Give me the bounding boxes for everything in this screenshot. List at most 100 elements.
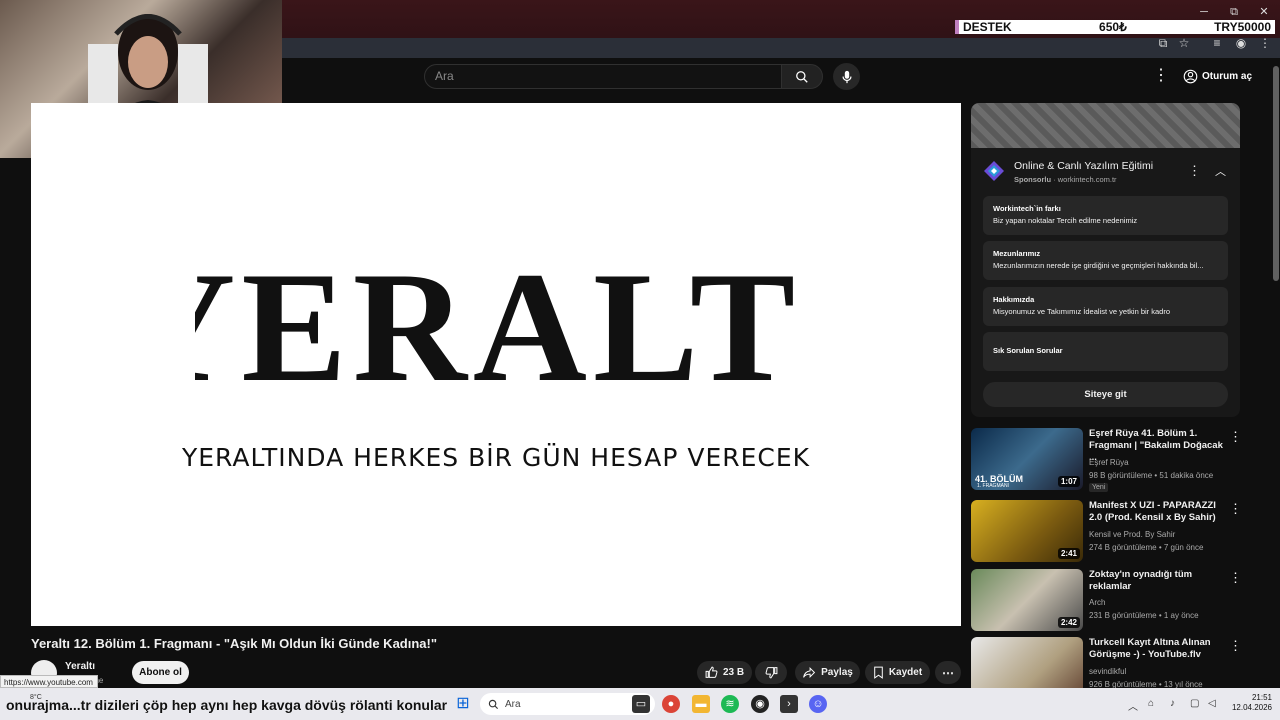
- taskbar-search[interactable]: Ara: [480, 693, 655, 715]
- save-label: Kaydet: [888, 667, 923, 678]
- donation-label: DESTEK: [963, 20, 1012, 34]
- minimize-button[interactable]: ─: [1190, 4, 1218, 20]
- ad-card-title: Sık Sorulan Sorular: [993, 346, 1063, 355]
- video-title: Yeraltı 12. Bölüm 1. Fragmanı - "Aşık Mı…: [31, 636, 438, 651]
- ad-domain: workintech.com.tr: [1057, 175, 1117, 184]
- like-count: 23 B: [722, 667, 745, 678]
- rec-meta: 231 B görüntüleme • 1 ay önce: [1089, 611, 1199, 620]
- rec-meta: 98 B görüntüleme • 51 dakika önce: [1089, 471, 1214, 480]
- taskbar-clock[interactable]: 21:51 12.04.2026: [1222, 693, 1272, 713]
- channel-name[interactable]: Yeraltı: [65, 661, 95, 672]
- more-actions-button[interactable]: ⋯: [935, 661, 961, 684]
- search-input[interactable]: Ara: [424, 64, 782, 89]
- recommended-video[interactable]: 2:42 Zoktay'ın oynadığı tüm reklamlar Ar…: [971, 569, 1242, 635]
- restore-button[interactable]: ⧉: [1220, 4, 1248, 20]
- task-view-icon[interactable]: ▭: [632, 695, 650, 713]
- thumbs-down-icon: [765, 667, 777, 679]
- ad-title[interactable]: Online & Canlı Yazılım Eğitimi: [1014, 160, 1153, 172]
- recommended-video[interactable]: 41. BÖLÜM 1. FRAGMANI 1:07 Eşref Rüya 41…: [971, 428, 1242, 494]
- bookmark-star-icon[interactable]: ☆: [1177, 36, 1191, 50]
- account-icon: [1183, 69, 1198, 83]
- voice-search-button[interactable]: [833, 63, 860, 90]
- display-icon[interactable]: ▢: [1190, 698, 1199, 709]
- ad-card-desc: Misyonumuz ve Takımımız İdealist ve yetk…: [993, 307, 1171, 316]
- share-icon: [803, 666, 816, 679]
- ad-card[interactable]: Workintech`in farkı Biz yapan noktalar Te…: [983, 196, 1228, 235]
- collapse-chevron-icon[interactable]: ︿: [1215, 163, 1226, 179]
- microphone-icon: [841, 70, 852, 83]
- rec-channel: sevindikful: [1089, 667, 1127, 676]
- install-app-icon[interactable]: ⧉: [1156, 36, 1170, 50]
- settings-menu-icon[interactable]: ⋮: [1153, 68, 1169, 84]
- rec-meta: 274 B görüntüleme • 7 gün önce: [1089, 543, 1204, 552]
- recommended-video[interactable]: Turkcell Kayıt Altına Alınan Görüşme -) …: [971, 637, 1240, 688]
- rec-channel: Kensil ve Prod. By Sahir: [1089, 530, 1176, 539]
- visit-site-button[interactable]: Siteye git: [983, 382, 1228, 407]
- thumb-sub-text: 1. FRAGMANI: [977, 483, 1009, 489]
- ad-card-desc: Biz yapan noktalar Tercih edilme nedenim…: [993, 216, 1138, 225]
- logo-text: YERALTI: [195, 255, 795, 395]
- ad-card[interactable]: Mezunlarımız Mezunlarımızın nerede işe gi…: [983, 241, 1228, 280]
- rec-title: Turkcell Kayıt Altına Alınan Görüşme -) …: [1089, 637, 1211, 660]
- file-explorer-icon[interactable]: ▬: [692, 695, 710, 713]
- dislike-button[interactable]: [755, 661, 787, 684]
- terminal-icon[interactable]: ›: [780, 695, 798, 713]
- spotify-icon[interactable]: ≋: [721, 695, 739, 713]
- volume-icon[interactable]: ◁: [1208, 698, 1216, 709]
- ad-menu-icon[interactable]: ⋮: [1188, 163, 1201, 179]
- search-button[interactable]: [781, 64, 823, 89]
- rec-menu-icon[interactable]: ⋮: [1229, 429, 1242, 445]
- obs-icon[interactable]: ◉: [751, 695, 769, 713]
- rec-title: Manifest X UZI - PAPARAZZI 2.0 (Prod. Ke…: [1089, 500, 1216, 523]
- rec-channel: Eşref Rüya: [1089, 458, 1129, 467]
- subscribe-button[interactable]: Abone ol: [132, 661, 189, 684]
- share-label: Paylaş: [821, 667, 853, 678]
- video-thumbnail[interactable]: 2:41: [971, 500, 1083, 562]
- signin-button[interactable]: Oturum aç: [1183, 66, 1253, 86]
- rec-menu-icon[interactable]: ⋮: [1229, 570, 1242, 586]
- yeralti-logo: YERALTI: [195, 255, 795, 395]
- new-badge: Yeni: [1089, 483, 1109, 492]
- tray-chevron-icon[interactable]: ︿: [1128, 698, 1138, 713]
- donation-goal-bar: DESTEK 650₺ TRY50000: [955, 20, 1275, 34]
- status-url-tooltip: https://www.youtube.com: [0, 675, 98, 688]
- clock-date: 12.04.2026: [1231, 703, 1272, 712]
- video-thumbnail[interactable]: 2:42: [971, 569, 1083, 631]
- chrome-icon[interactable]: ●: [662, 695, 680, 713]
- share-button[interactable]: Paylaş: [795, 661, 860, 684]
- video-thumbnail[interactable]: 41. BÖLÜM 1. FRAGMANI 1:07: [971, 428, 1083, 490]
- taskbar-search-label: Ara: [505, 698, 521, 710]
- media-control-icon[interactable]: ≡: [1210, 36, 1224, 50]
- discord-icon[interactable]: ☺: [809, 695, 827, 713]
- sponsored-ad-panel: Online & Canlı Yazılım Eğitimi Sponsorlu…: [971, 103, 1240, 417]
- ad-card-title: Workintech`in farkı: [993, 204, 1061, 213]
- sponsored-label: Sponsorlu: [1014, 175, 1052, 184]
- ad-card-desc: Mezunlarımızın nerede işe girdiğini ve g…: [993, 261, 1204, 270]
- recommended-video[interactable]: 2:41 Manifest X UZI - PAPARAZZI 2.0 (Pro…: [971, 500, 1242, 566]
- browser-menu-icon[interactable]: ⋮: [1258, 36, 1272, 50]
- ad-card[interactable]: Hakkımızda Misyonumuz ve Takımımız İdeali…: [983, 287, 1228, 326]
- save-button[interactable]: Kaydet: [865, 661, 930, 684]
- duration-badge: 2:42: [1057, 617, 1080, 628]
- video-tagline: YERALTINDA HERKES BİR GÜN HESAP VERECEK: [181, 443, 811, 472]
- close-button[interactable]: ✕: [1250, 4, 1278, 20]
- thumbs-up-icon: [705, 666, 718, 678]
- bookmark-icon: [874, 666, 883, 679]
- browser-toolbar: [282, 38, 1280, 58]
- rec-meta: 926 B görüntüleme • 13 yıl önce: [1089, 680, 1203, 688]
- like-button[interactable]: 23 B: [697, 661, 752, 684]
- profile-icon[interactable]: ◉: [1234, 36, 1248, 50]
- ad-card[interactable]: Sık Sorulan Sorular: [983, 332, 1228, 371]
- rec-menu-icon[interactable]: ⋮: [1229, 638, 1240, 654]
- start-menu-icon[interactable]: ⊞: [454, 695, 472, 713]
- video-thumbnail[interactable]: [971, 637, 1083, 688]
- rec-menu-icon[interactable]: ⋮: [1229, 501, 1242, 517]
- ad-sponsor-line: Sponsorlu · workintech.com.tr: [1014, 175, 1117, 184]
- scrollbar-thumb[interactable]: [1273, 66, 1279, 281]
- rec-channel: Arch: [1089, 598, 1106, 607]
- workintech-logo-icon: [984, 161, 1004, 181]
- donation-current: 650₺: [1099, 20, 1127, 34]
- network-icon[interactable]: ⌂: [1148, 698, 1154, 709]
- microphone-tray-icon[interactable]: ♪: [1170, 698, 1175, 709]
- donation-goal: TRY50000: [1214, 20, 1271, 34]
